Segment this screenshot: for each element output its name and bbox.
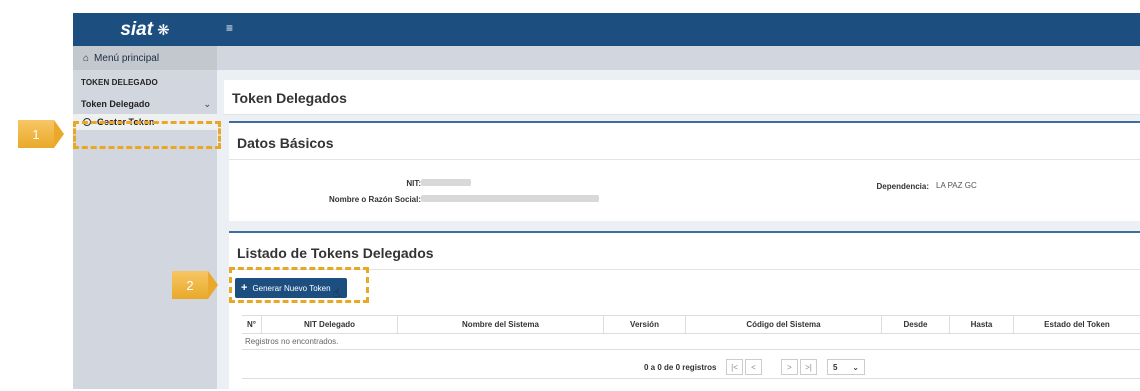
home-icon: ⌂ <box>83 52 90 64</box>
dependencia-label: Dependencia: <box>876 182 929 191</box>
datos-basicos-panel: Datos Básicos NIT: Nombre o Razón Social… <box>229 121 1140 221</box>
menu-toggle-icon[interactable]: ≡ <box>226 21 233 35</box>
chevron-down-icon: ⌄ <box>203 98 211 109</box>
column-header[interactable]: Versión <box>604 316 686 333</box>
pagination: 0 a 0 de 0 registros |< < > >| 5 ⌄ <box>242 357 1140 379</box>
next-page-button[interactable]: > <box>781 359 798 375</box>
razon-social-value-redacted <box>421 195 599 202</box>
highlight-generar-token <box>229 267 369 303</box>
menu-principal-label: Menú principal <box>94 52 160 64</box>
top-navbar: ≡ <box>217 13 1140 46</box>
column-header[interactable]: Hasta <box>950 316 1014 333</box>
column-header[interactable]: N° <box>242 316 262 333</box>
column-header[interactable]: Estado del Token <box>1014 316 1140 333</box>
chevron-down-icon: ⌄ <box>852 362 859 372</box>
divider <box>229 159 1140 160</box>
datos-basicos-title: Datos Básicos <box>237 135 334 151</box>
page-title-panel: Token Delegados <box>224 80 1140 115</box>
nit-label: NIT: <box>406 179 421 188</box>
sidebar: siat ❋ ⌂ Menú principal TOKEN DELEGADO T… <box>73 13 217 389</box>
first-page-button[interactable]: |< <box>726 359 743 375</box>
table-header: N° NIT Delegado Nombre del Sistema Versi… <box>242 315 1140 334</box>
last-page-button[interactable]: >| <box>800 359 817 375</box>
prev-page-button[interactable]: < <box>745 359 762 375</box>
empty-message: Registros no encontrados. <box>242 334 1140 350</box>
sidebar-item-menu-principal[interactable]: ⌂ Menú principal <box>73 46 217 70</box>
sidebar-group-token-delegado[interactable]: Token Delegado ⌄ <box>73 94 217 114</box>
breadcrumb-bar <box>217 46 1140 70</box>
column-header[interactable]: Desde <box>882 316 950 333</box>
page-size-select[interactable]: 5 ⌄ <box>827 359 865 375</box>
tokens-table: N° NIT Delegado Nombre del Sistema Versi… <box>242 315 1140 350</box>
logo-text: siat <box>120 18 154 40</box>
step-callout-2: 2 <box>172 271 218 299</box>
sidebar-group-label: Token Delegado <box>81 99 150 109</box>
nit-value-redacted <box>421 179 471 186</box>
column-header[interactable]: NIT Delegado <box>262 316 398 333</box>
logo-mark-icon: ❋ <box>157 21 170 39</box>
siat-logo[interactable]: siat ❋ <box>73 13 217 46</box>
pagination-info: 0 a 0 de 0 registros <box>644 363 717 372</box>
razon-social-label: Nombre o Razón Social: <box>328 195 421 204</box>
page-size-value: 5 <box>833 362 838 372</box>
highlight-gestor-token <box>73 121 221 149</box>
column-header[interactable]: Nombre del Sistema <box>398 316 604 333</box>
page-title: Token Delegados <box>232 90 347 106</box>
column-header[interactable]: Código del Sistema <box>686 316 882 333</box>
dependencia-value: LA PAZ GC <box>936 181 977 190</box>
sidebar-section-header: TOKEN DELEGADO <box>81 78 158 87</box>
listado-title: Listado de Tokens Delegados <box>237 245 434 261</box>
step-callout-1: 1 <box>18 120 64 148</box>
